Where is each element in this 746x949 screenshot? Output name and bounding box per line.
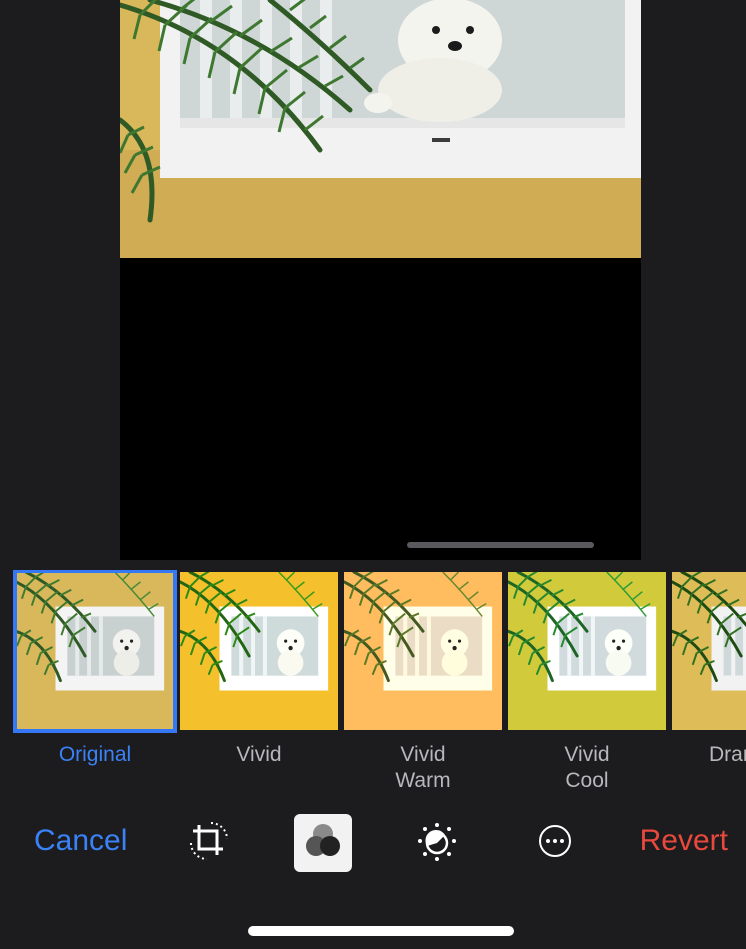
filter-strip[interactable]: Original Vivid Vivid Warm Vivid Cool Dra… bbox=[0, 570, 746, 795]
filters-icon bbox=[301, 819, 345, 868]
adjust-dial-icon bbox=[415, 819, 459, 868]
filter-label: Vivid bbox=[236, 743, 282, 766]
photo-canvas bbox=[120, 0, 641, 560]
filter-label: Vivid Cool bbox=[564, 743, 610, 792]
filter-label: Vivid Warm bbox=[395, 743, 451, 792]
filter-thumbnail[interactable] bbox=[13, 570, 177, 733]
filters-button[interactable] bbox=[294, 814, 352, 872]
filter-thumbnail[interactable] bbox=[672, 572, 746, 730]
filter-thumbnail[interactable] bbox=[344, 572, 502, 730]
filter-label: Original bbox=[58, 743, 132, 766]
cancel-button[interactable]: Cancel bbox=[34, 824, 127, 858]
more-icon bbox=[533, 819, 577, 868]
more-button[interactable] bbox=[526, 814, 584, 872]
crop-rotate-icon bbox=[187, 819, 231, 868]
adjust-button[interactable] bbox=[408, 814, 466, 872]
revert-button[interactable]: Revert bbox=[640, 824, 728, 858]
filter-label: Dramatic bbox=[708, 743, 746, 766]
editor-toolbar: Cancel Revert bbox=[0, 812, 746, 872]
photo-preview bbox=[120, 0, 641, 258]
scrub-handle[interactable] bbox=[407, 542, 594, 548]
filter-thumbnail[interactable] bbox=[508, 572, 666, 730]
home-indicator[interactable] bbox=[248, 926, 514, 936]
filter-thumbnail[interactable] bbox=[180, 572, 338, 730]
crop-rotate-button[interactable] bbox=[180, 814, 238, 872]
